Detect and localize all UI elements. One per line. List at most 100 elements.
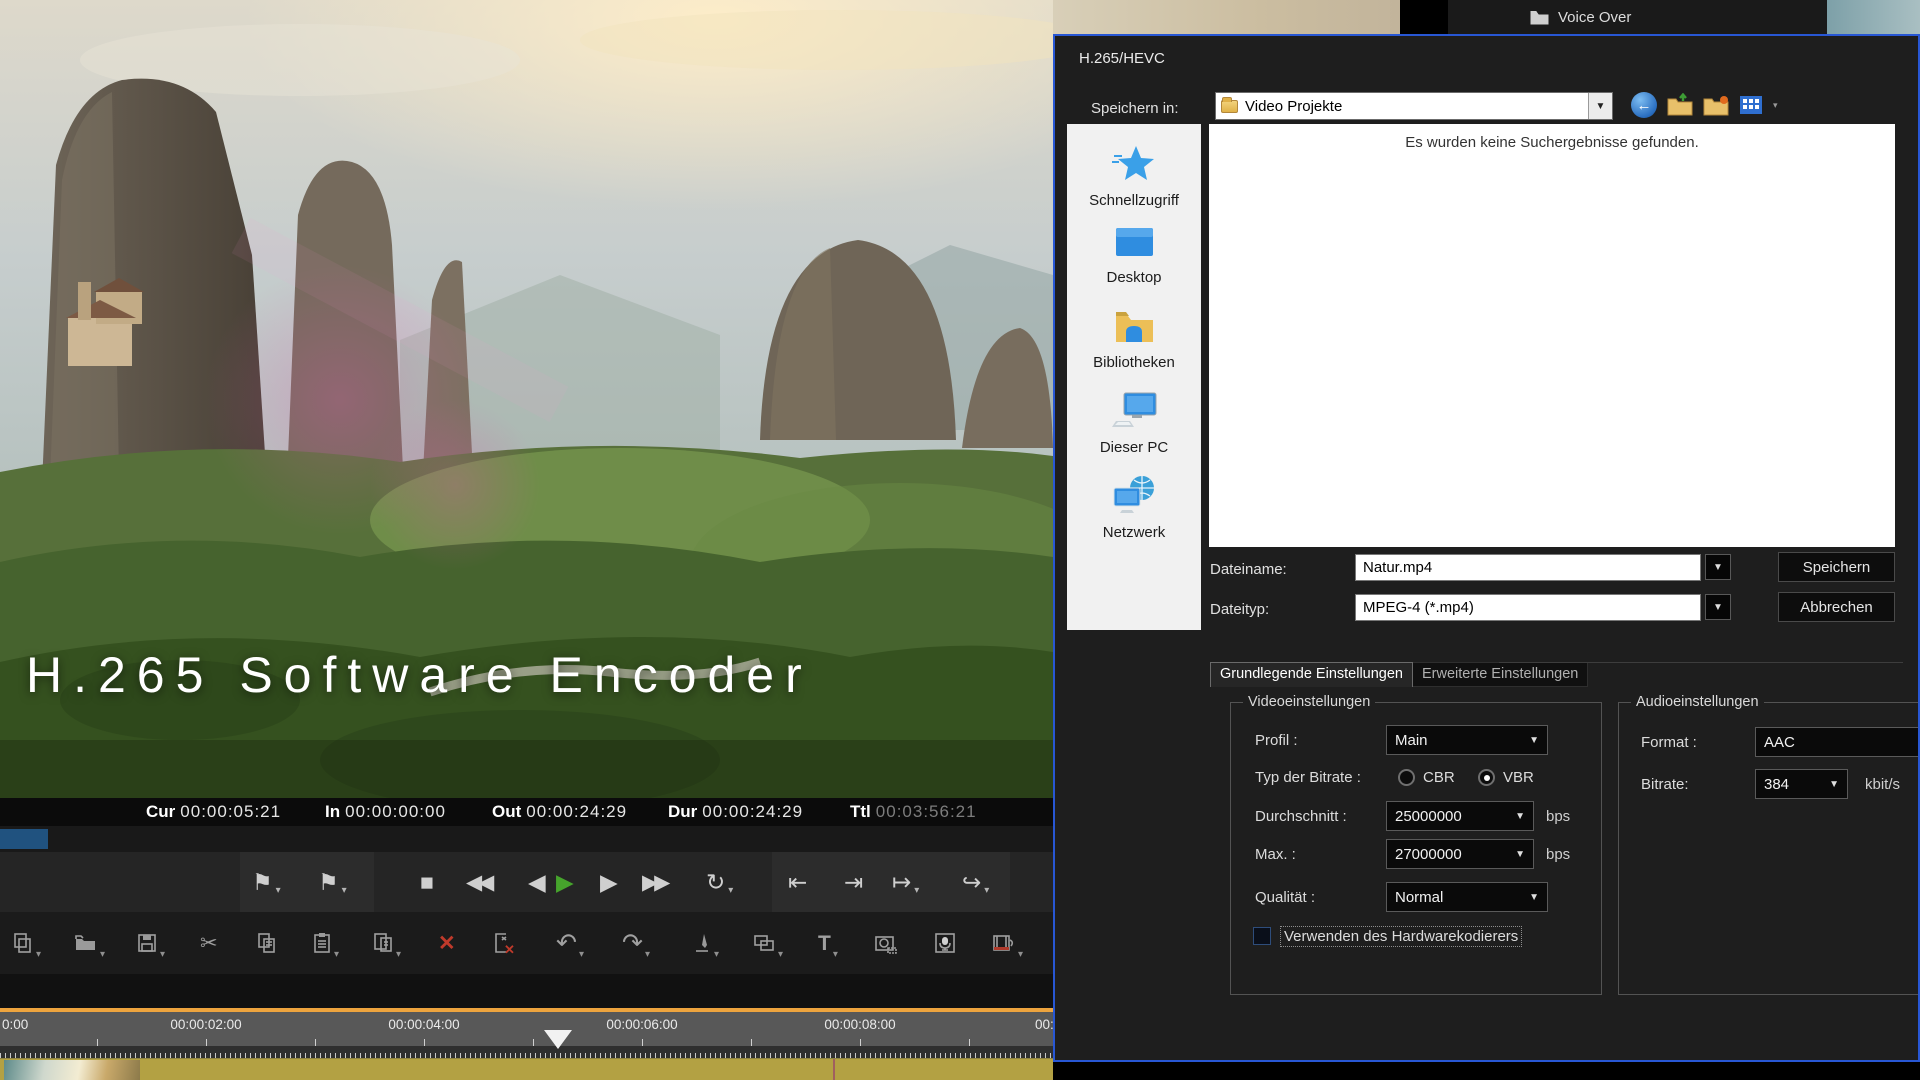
rewind-button[interactable]: ◀◀ [466, 852, 490, 912]
audio-format-combobox[interactable]: AAC [1755, 727, 1920, 757]
profile-label: Profil : [1255, 732, 1298, 749]
previous-frame-button[interactable]: ◀ [528, 852, 546, 912]
location-combobox[interactable]: Video Projekte ▼ [1215, 92, 1613, 120]
timeline-spacer [0, 974, 1053, 1008]
crossfade-icon [752, 932, 776, 954]
cbr-radio[interactable] [1398, 769, 1415, 786]
delete-button[interactable]: ✕ [438, 912, 456, 974]
new-project-button[interactable]: ▾ [12, 912, 41, 974]
chevron-down-icon[interactable]: ▾ [342, 885, 347, 912]
chevron-down-icon[interactable]: ▾ [914, 885, 919, 912]
insert-marker-button[interactable]: ▾ [692, 912, 719, 974]
clip-boundary[interactable] [833, 1059, 835, 1080]
up-one-level-icon[interactable] [1667, 93, 1693, 117]
clipboard-icon [312, 932, 332, 954]
sidebar-item-bibliotheken[interactable]: Bibliotheken [1067, 308, 1201, 371]
new-folder-icon[interactable] [1703, 93, 1729, 117]
voice-over-panel[interactable]: Voice Over [1448, 0, 1827, 34]
view-menu-icon[interactable] [1739, 93, 1763, 117]
video-preview[interactable]: H.265 Software Encoder [0, 0, 1053, 798]
paste-special-icon [372, 932, 394, 954]
save-project-button[interactable]: ▾ [136, 912, 165, 974]
playhead-marker[interactable] [544, 1030, 572, 1049]
chevron-down-icon[interactable]: ▼ [1588, 93, 1612, 119]
timecode-out: Out00:00:24:29 [492, 802, 627, 822]
ruler-label: 00: [1035, 1017, 1054, 1032]
cbr-label: CBR [1423, 769, 1455, 786]
save-in-label: Speichern in: [1091, 100, 1179, 117]
marker-in-flag-button[interactable]: ⚑▾ [252, 852, 281, 912]
cut-button[interactable]: ✂ [200, 912, 218, 974]
folder-icon [1221, 100, 1238, 113]
hardware-encoder-label[interactable]: Verwenden des Hardwarekodierers [1281, 927, 1521, 946]
scrub-progress [0, 829, 48, 849]
loop-playback-button[interactable]: ↻▾ [706, 852, 733, 912]
sidebar-item-netzwerk[interactable]: Netzwerk [1067, 474, 1201, 541]
chevron-down-icon[interactable]: ▾ [728, 885, 733, 912]
go-to-in-button[interactable]: ⇤ [788, 852, 807, 912]
insert-text-button[interactable]: T ▾ [818, 912, 838, 974]
ruler-label: 00:00:02:00 [170, 1017, 241, 1032]
file-list[interactable]: Es wurden keine Suchergebnisse gefunden. [1209, 124, 1895, 547]
undo-button[interactable]: ↶ ▾ [556, 912, 584, 974]
scrub-strip[interactable] [0, 826, 1053, 852]
average-bitrate-combobox[interactable]: 25000000 ▼ [1386, 801, 1534, 831]
go-to-out-button[interactable]: ⇥ [844, 852, 863, 912]
play-button[interactable]: ▶ [556, 852, 574, 912]
paste-attributes-button[interactable]: ▾ [372, 912, 401, 974]
dialog-title: H.265/HEVC [1079, 50, 1165, 67]
copy-icon [256, 932, 278, 954]
places-sidebar: Schnellzugriff Desktop Bibliotheken Dies… [1067, 124, 1201, 630]
timeline-ruler[interactable]: 0:00 00:00:02:00 00:00:04:00 00:00:06:00… [0, 1008, 1053, 1046]
marker-out-flag-button[interactable]: ⚑▾ [318, 852, 347, 912]
audio-settings-group: Audioeinstellungen Format : AAC Bitrate:… [1618, 702, 1920, 995]
sidebar-item-dieser-pc[interactable]: Dieser PC [1067, 391, 1201, 456]
quality-combobox[interactable]: Normal ▼ [1386, 882, 1548, 912]
chevron-down-icon[interactable]: ▾ [984, 885, 989, 912]
redo-button[interactable]: ↷ ▾ [622, 912, 650, 974]
tab-erweiterte-einstellungen[interactable]: Erweiterte Einstellungen [1413, 662, 1588, 687]
record-audio-button[interactable] [934, 912, 956, 974]
max-bitrate-combobox[interactable]: 27000000 ▼ [1386, 839, 1534, 869]
clip-thumbnail[interactable] [4, 1060, 140, 1080]
stop-button[interactable]: ■ [420, 852, 434, 912]
tab-grundlegende-einstellungen[interactable]: Grundlegende Einstellungen [1210, 662, 1413, 687]
text-icon: T [818, 933, 831, 954]
average-label: Durchschnitt : [1255, 808, 1347, 825]
ruler-label: 00:00:08:00 [824, 1017, 895, 1032]
profile-combobox[interactable]: Main ▼ [1386, 725, 1548, 755]
filename-input[interactable]: Natur.mp4 [1355, 554, 1701, 581]
chevron-down-icon[interactable]: ▾ [276, 885, 281, 912]
hardware-encoder-checkbox[interactable] [1253, 927, 1271, 945]
filetype-combobox[interactable]: MPEG-4 (*.mp4) [1355, 594, 1701, 621]
sidebar-item-schnellzugriff[interactable]: Schnellzugriff [1067, 142, 1201, 209]
back-icon[interactable]: ← [1631, 92, 1657, 118]
empty-results-text: Es wurden keine Suchergebnisse gefunden. [1209, 134, 1895, 151]
timeline-track[interactable] [0, 1058, 1053, 1080]
save-button[interactable]: Speichern [1778, 552, 1895, 582]
play-to-out-button[interactable]: ↦▾ [892, 852, 919, 912]
max-label: Max. : [1255, 846, 1296, 863]
cancel-button[interactable]: Abbrechen [1778, 592, 1895, 622]
filetype-dropdown-button[interactable]: ▼ [1705, 594, 1731, 620]
external-preview-button[interactable]: ↪▾ [962, 852, 989, 912]
timecode-bar: Cur00:00:05:21 In00:00:00:00 Out00:00:24… [0, 798, 1053, 826]
chevron-down-icon[interactable]: ▾ [1773, 100, 1778, 111]
trim-event-button[interactable]: ✕ [492, 912, 515, 974]
folder-icon [1530, 10, 1549, 25]
open-project-button[interactable]: ▾ [74, 912, 105, 974]
auto-crossfade-button[interactable]: ▾ [752, 912, 783, 974]
vbr-radio[interactable] [1478, 769, 1495, 786]
next-frame-button[interactable]: ▶ [600, 852, 618, 912]
fast-forward-button[interactable]: ▶▶ [642, 852, 666, 912]
snapshot-button[interactable] [874, 912, 898, 974]
edit-toolbar: ▾ ▾ ▾ ✂ ▾ ▾ ✕ ✕ ↶ ▾ ↷ ▾ [0, 912, 1053, 974]
filename-dropdown-button[interactable]: ▼ [1705, 554, 1731, 580]
sidebar-item-desktop[interactable]: Desktop [1067, 225, 1201, 286]
max-unit: bps [1546, 846, 1570, 863]
paste-button[interactable]: ▾ [312, 912, 339, 974]
audio-bitrate-combobox[interactable]: 384 ▼ [1755, 769, 1848, 799]
frame-ruler[interactable] [0, 1046, 1053, 1058]
render-as-button[interactable]: ▾ [992, 912, 1023, 974]
copy-button[interactable] [256, 912, 278, 974]
